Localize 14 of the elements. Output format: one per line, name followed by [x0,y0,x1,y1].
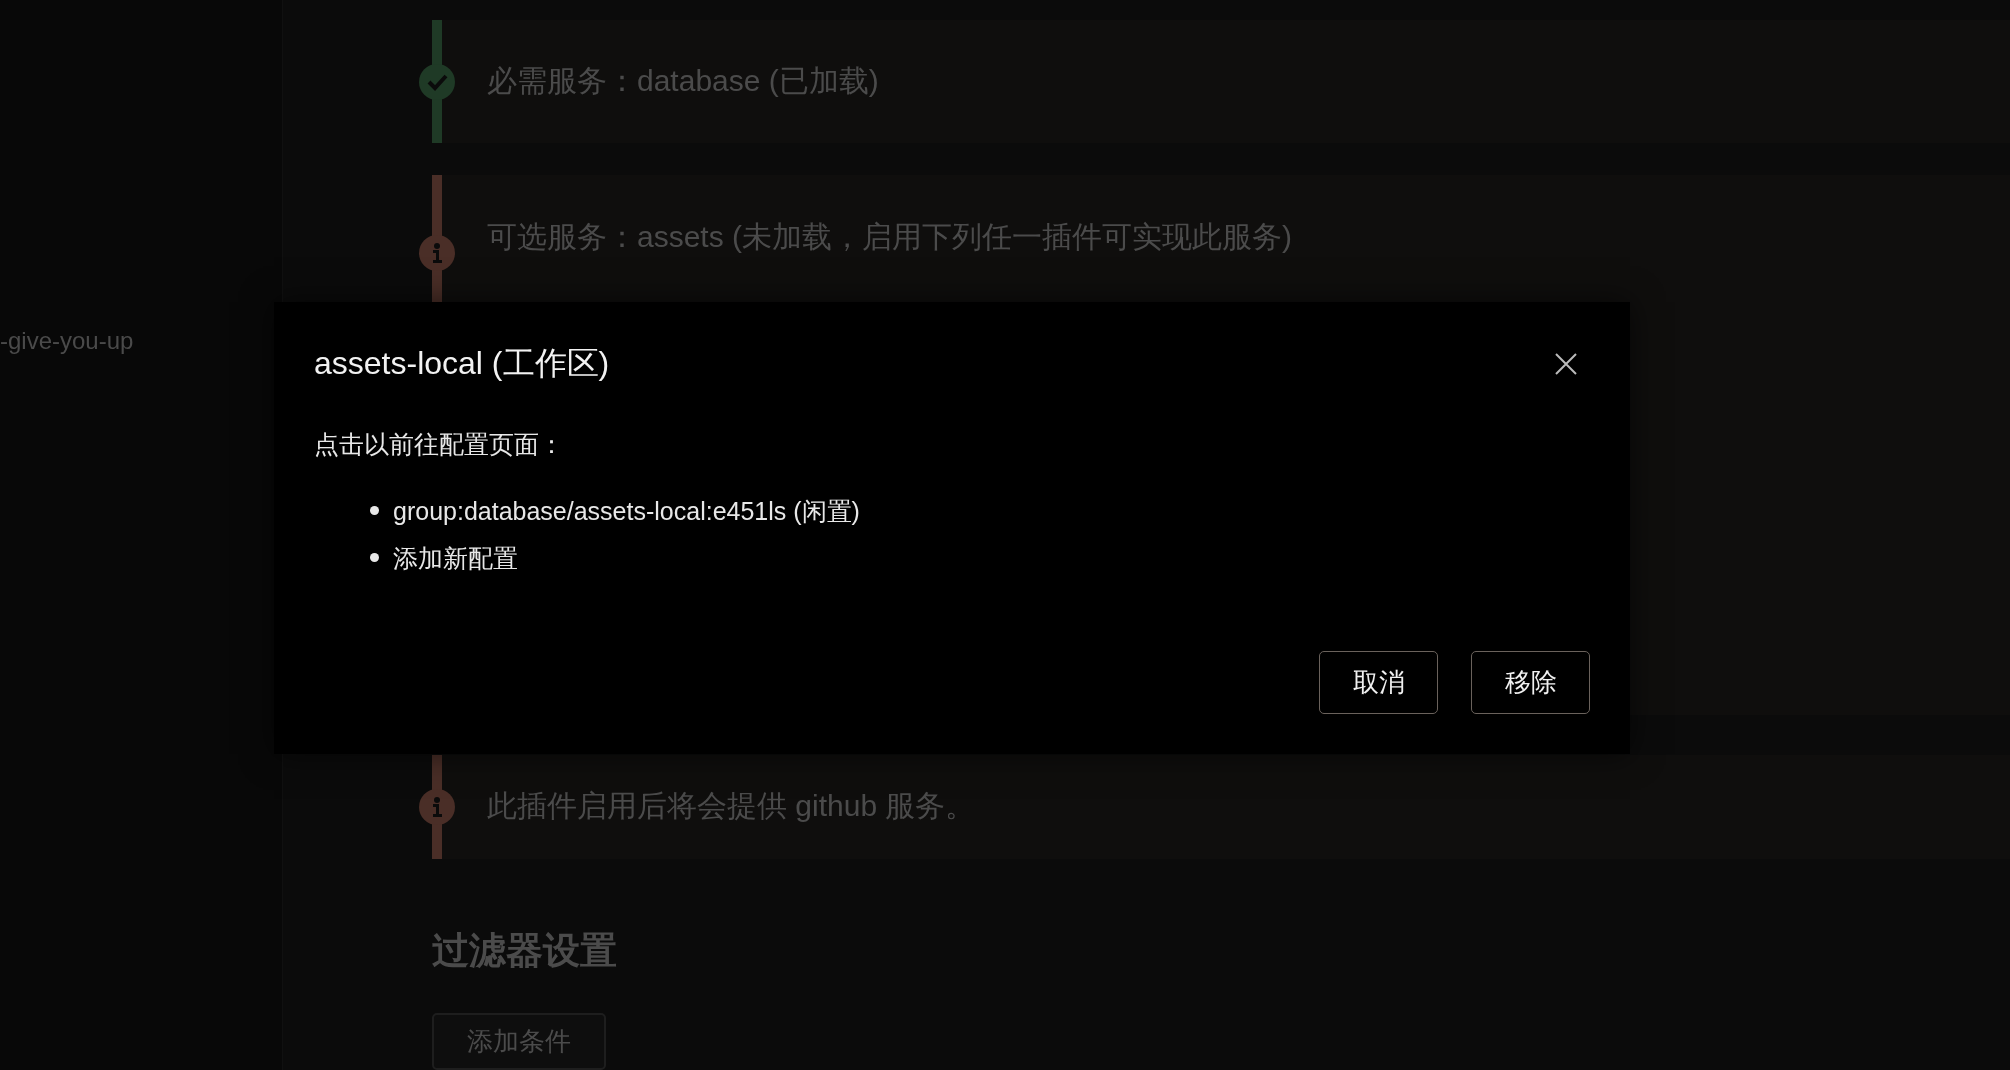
bullet-icon [370,553,379,562]
service-status-text: 可选服务：assets (未加载，启用下列任一插件可实现此服务) [487,219,1293,255]
config-link[interactable]: 添加新配置 [393,541,518,574]
close-button[interactable] [1554,352,1578,376]
dialog-title: assets-local (工作区) [314,344,610,383]
cancel-button[interactable]: 取消 [1319,651,1438,714]
config-link[interactable]: group:database/assets-local:e451ls (闲置) [393,494,860,527]
remove-button[interactable]: 移除 [1471,651,1590,714]
service-status-text: 必需服务：database (已加载) [487,63,879,99]
close-icon [1554,352,1578,376]
service-status-text: 此插件启用后将会提供 github 服务。 [487,788,976,825]
bullet-icon [370,506,379,515]
dialog-message: 点击以前往配置页面： [314,429,565,460]
section-heading: 过滤器设置 [432,928,618,973]
